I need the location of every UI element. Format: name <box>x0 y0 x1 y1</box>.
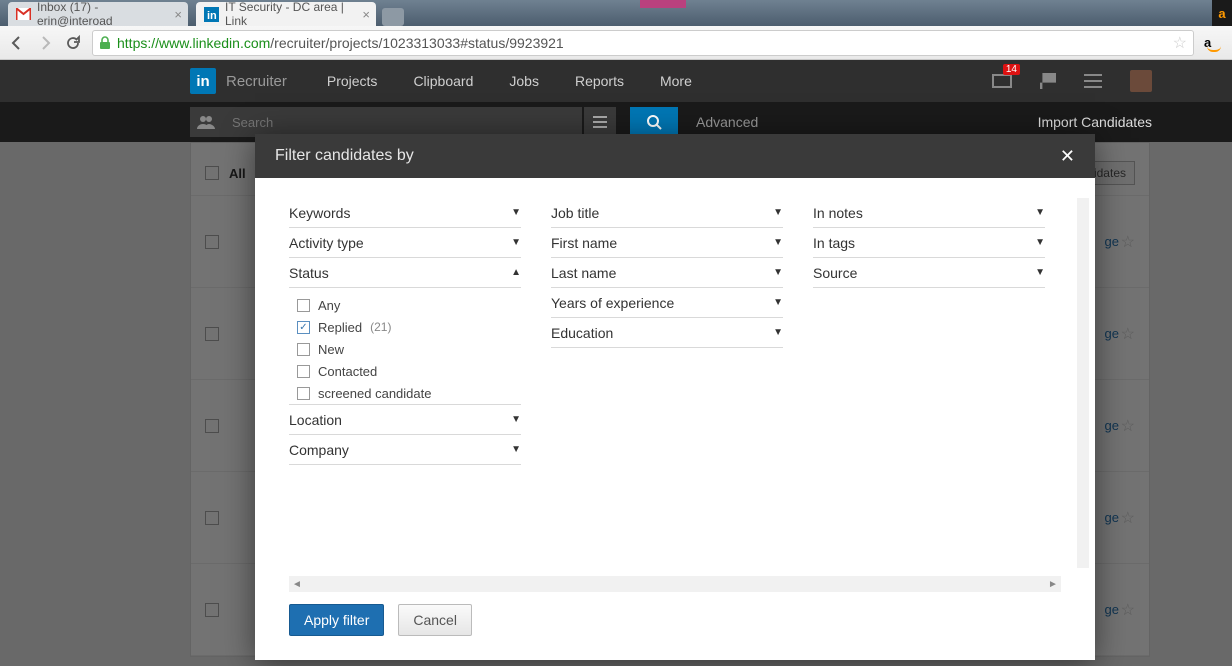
filter-keywords[interactable]: Keywords▼ <box>289 198 521 228</box>
forward-button[interactable] <box>36 34 54 52</box>
activity-icon[interactable] <box>1084 74 1102 88</box>
filter-status[interactable]: Status▲ <box>289 258 521 288</box>
filter-job-title[interactable]: Job title▼ <box>551 198 783 228</box>
tab-title: Inbox (17) - erin@interoad <box>37 0 164 28</box>
filter-education[interactable]: Education▼ <box>551 318 783 348</box>
filter-experience[interactable]: Years of experience▼ <box>551 288 783 318</box>
modal-scrollbar-horizontal[interactable]: ◄ ► <box>289 576 1061 592</box>
modal-footer: Apply filter Cancel <box>255 604 1095 660</box>
brand-text: Recruiter <box>226 73 287 90</box>
browser-tab-gmail[interactable]: Inbox (17) - erin@interoad × <box>8 2 188 26</box>
status-options: Any Replied (21) New Contacted screened … <box>289 288 521 404</box>
close-icon[interactable]: × <box>362 7 370 22</box>
nav-more[interactable]: More <box>660 73 692 89</box>
nav-reports[interactable]: Reports <box>575 73 624 89</box>
scroll-right-icon[interactable]: ► <box>1045 576 1061 592</box>
import-candidates-link[interactable]: Import Candidates <box>1038 114 1152 130</box>
close-icon[interactable]: × <box>174 7 182 22</box>
chevron-down-icon: ▼ <box>511 207 521 218</box>
reload-button[interactable] <box>64 34 82 52</box>
new-tab-button[interactable] <box>382 8 404 26</box>
primary-nav: Projects Clipboard Jobs Reports More <box>327 73 692 89</box>
address-bar[interactable]: https://www.linkedin.com/recruiter/proje… <box>92 30 1194 56</box>
chevron-up-icon: ▲ <box>511 267 521 278</box>
browser-tab-linkedin[interactable]: in IT Security - DC area | Link × <box>196 2 376 26</box>
checkbox[interactable] <box>297 321 310 334</box>
chevron-down-icon: ▼ <box>773 237 783 248</box>
gmail-icon <box>16 7 31 22</box>
amazon-extension-icon[interactable]: a <box>1212 0 1232 26</box>
modal-scrollbar-vertical[interactable] <box>1077 198 1089 568</box>
filter-last-name[interactable]: Last name▼ <box>551 258 783 288</box>
linkedin-logo[interactable]: in <box>190 68 216 94</box>
nav-projects[interactable]: Projects <box>327 73 378 89</box>
filter-company[interactable]: Company▼ <box>289 435 521 465</box>
search-button[interactable] <box>630 107 678 137</box>
modal-header: Filter candidates by ✕ <box>255 134 1095 178</box>
filter-column-3: In notes▼ In tags▼ Source▼ <box>813 198 1045 568</box>
chevron-down-icon: ▼ <box>773 207 783 218</box>
amazon-toolbar-icon[interactable]: a <box>1204 35 1224 50</box>
nav-jobs[interactable]: Jobs <box>509 73 539 89</box>
filter-activity-type[interactable]: Activity type▼ <box>289 228 521 258</box>
filter-modal: Filter candidates by ✕ Keywords▼ Activit… <box>255 134 1095 660</box>
search-options-icon[interactable] <box>584 107 616 137</box>
advanced-link[interactable]: Advanced <box>696 114 758 130</box>
people-icon[interactable] <box>190 107 222 137</box>
status-option-screened[interactable]: screened candidate <box>297 382 521 404</box>
avatar[interactable] <box>1130 70 1152 92</box>
filter-in-tags[interactable]: In tags▼ <box>813 228 1045 258</box>
close-icon[interactable]: ✕ <box>1060 146 1075 167</box>
filter-first-name[interactable]: First name▼ <box>551 228 783 258</box>
filter-column-1: Keywords▼ Activity type▼ Status▲ Any Rep… <box>289 198 521 568</box>
checkbox[interactable] <box>297 365 310 378</box>
chevron-down-icon: ▼ <box>773 297 783 308</box>
checkbox[interactable] <box>297 343 310 356</box>
scroll-left-icon[interactable]: ◄ <box>289 576 305 592</box>
filter-source[interactable]: Source▼ <box>813 258 1045 288</box>
back-button[interactable] <box>8 34 26 52</box>
status-option-any[interactable]: Any <box>297 294 521 316</box>
browser-toolbar: https://www.linkedin.com/recruiter/proje… <box>0 26 1232 60</box>
chevron-down-icon: ▼ <box>773 327 783 338</box>
lock-icon <box>99 36 111 50</box>
status-option-replied[interactable]: Replied (21) <box>297 316 521 338</box>
bookmark-star-icon[interactable]: ☆ <box>1173 33 1187 53</box>
chevron-down-icon: ▼ <box>511 444 521 455</box>
checkbox[interactable] <box>297 387 310 400</box>
status-option-contacted[interactable]: Contacted <box>297 360 521 382</box>
chevron-down-icon: ▼ <box>511 237 521 248</box>
checkbox[interactable] <box>297 299 310 312</box>
chevron-down-icon: ▼ <box>773 267 783 278</box>
chevron-down-icon: ▼ <box>511 414 521 425</box>
filter-in-notes[interactable]: In notes▼ <box>813 198 1045 228</box>
search-input[interactable] <box>222 107 582 137</box>
chevron-down-icon: ▼ <box>1035 267 1045 278</box>
chevron-down-icon: ▼ <box>1035 207 1045 218</box>
chevron-down-icon: ▼ <box>1035 237 1045 248</box>
tab-title: IT Security - DC area | Link <box>225 0 352 28</box>
apply-filter-button[interactable]: Apply filter <box>289 604 384 636</box>
url-text: https://www.linkedin.com/recruiter/proje… <box>117 35 564 51</box>
nav-clipboard[interactable]: Clipboard <box>413 73 473 89</box>
status-option-new[interactable]: New <box>297 338 521 360</box>
svg-text:in: in <box>207 10 217 22</box>
flag-icon[interactable] <box>1040 73 1056 89</box>
browser-tab-strip: Inbox (17) - erin@interoad × in IT Secur… <box>0 0 1232 26</box>
window-decor <box>640 0 686 8</box>
cancel-button[interactable]: Cancel <box>398 604 472 636</box>
mail-icon[interactable]: 14 <box>992 74 1012 88</box>
filter-location[interactable]: Location▼ <box>289 405 521 435</box>
modal-title: Filter candidates by <box>275 147 414 165</box>
mail-badge: 14 <box>1003 64 1020 75</box>
app-header: in Recruiter Projects Clipboard Jobs Rep… <box>0 60 1232 102</box>
filter-column-2: Job title▼ First name▼ Last name▼ Years … <box>551 198 783 568</box>
linkedin-icon: in <box>204 7 219 22</box>
modal-body: Keywords▼ Activity type▼ Status▲ Any Rep… <box>255 178 1095 576</box>
